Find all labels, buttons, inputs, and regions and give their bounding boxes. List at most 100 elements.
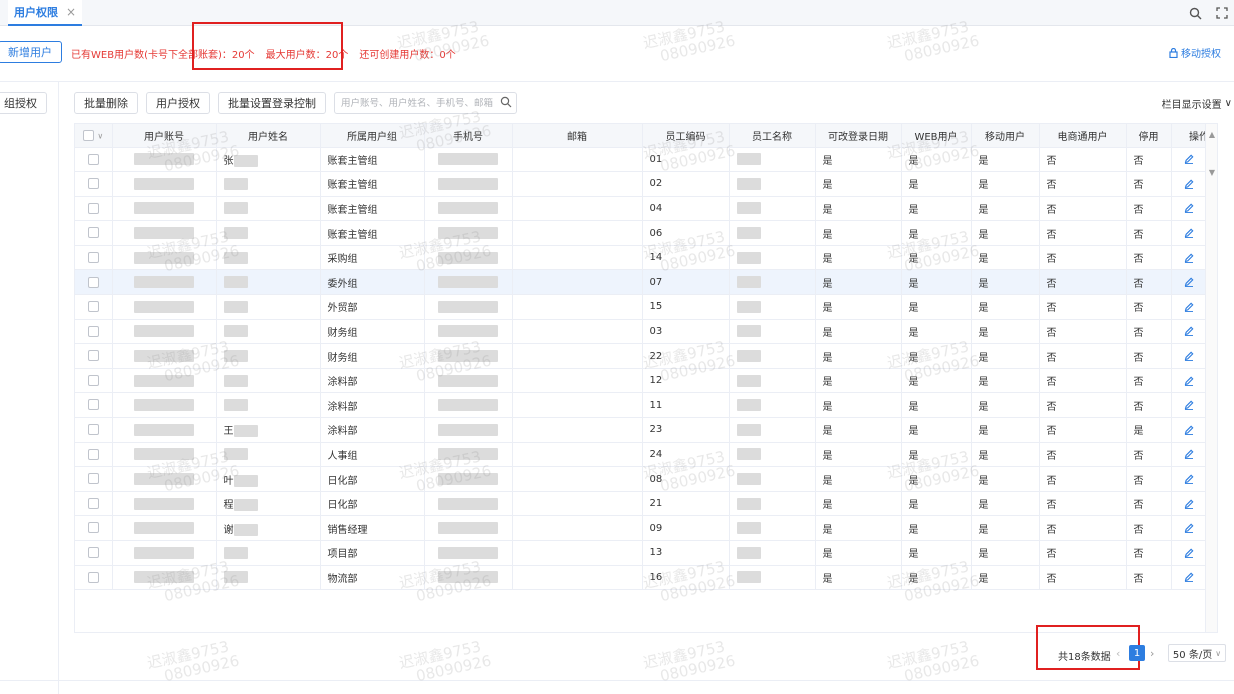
- new-user-button[interactable]: 新增用户: [0, 41, 62, 63]
- edit-icon[interactable]: [1184, 302, 1194, 312]
- user-auth-button[interactable]: 用户授权: [146, 92, 210, 114]
- table-row[interactable]: 财务组 03 是是是否否: [75, 319, 1217, 345]
- row-checkbox[interactable]: [87, 448, 99, 460]
- search-icon[interactable]: [1187, 5, 1203, 21]
- row-select-cell[interactable]: [75, 442, 113, 468]
- search-icon[interactable]: [500, 96, 512, 111]
- col-header[interactable]: 员工编码: [642, 124, 730, 148]
- mobile-auth-link[interactable]: 移动授权: [1169, 45, 1221, 60]
- table-row[interactable]: 叶日化部 08 是是是否否: [75, 466, 1217, 492]
- column-settings[interactable]: 栏目显示设置 ∨: [1162, 96, 1232, 111]
- row-select-cell[interactable]: [75, 147, 113, 173]
- row-select-cell[interactable]: [75, 466, 113, 492]
- table-row[interactable]: 涂料部 12 是是是否否: [75, 368, 1217, 394]
- group-auth-button[interactable]: 组授权: [0, 92, 47, 114]
- col-header[interactable]: 可改登录日期: [815, 124, 902, 148]
- table-row[interactable]: 采购组 14 是是是否否: [75, 245, 1217, 271]
- tab-user-permissions[interactable]: 用户权限 ×: [8, 0, 83, 26]
- batch-delete-button[interactable]: 批量删除: [74, 92, 138, 114]
- row-checkbox[interactable]: [87, 497, 99, 509]
- row-select-cell[interactable]: [75, 294, 113, 320]
- row-checkbox[interactable]: [87, 227, 99, 239]
- col-header[interactable]: 用户姓名: [216, 124, 321, 148]
- table-row[interactable]: 账套主管组 02 是是是否否: [75, 171, 1217, 197]
- row-checkbox[interactable]: [87, 251, 99, 263]
- row-select-cell[interactable]: [75, 540, 113, 566]
- table-row[interactable]: 外贸部 15 是是是否否: [75, 294, 1217, 320]
- row-select-cell[interactable]: [75, 196, 113, 222]
- select-all-checkbox[interactable]: [83, 129, 95, 141]
- scrollbar[interactable]: [1205, 124, 1217, 632]
- edit-icon[interactable]: [1184, 179, 1194, 189]
- row-select-cell[interactable]: [75, 392, 113, 419]
- row-checkbox[interactable]: [87, 202, 99, 214]
- table-row[interactable]: 张账套主管组 01 是是是否否: [75, 147, 1217, 173]
- edit-icon[interactable]: [1184, 376, 1194, 386]
- row-checkbox[interactable]: [87, 399, 99, 411]
- row-select-cell[interactable]: [75, 515, 113, 541]
- close-icon[interactable]: ×: [66, 5, 76, 19]
- edit-icon[interactable]: [1184, 203, 1194, 214]
- table-row[interactable]: 账套主管组 04 是是是否否: [75, 196, 1217, 222]
- row-checkbox[interactable]: [87, 473, 99, 485]
- table-row[interactable]: 谢销售经理 09 是是是否否: [75, 515, 1217, 541]
- row-select-cell[interactable]: [75, 220, 113, 246]
- col-header[interactable]: 所属用户组: [320, 124, 425, 148]
- row-select-cell[interactable]: [75, 343, 113, 369]
- next-page-icon[interactable]: ›: [1150, 647, 1154, 660]
- row-checkbox[interactable]: [87, 350, 99, 362]
- col-header[interactable]: 电商通用户: [1039, 124, 1127, 148]
- page-number[interactable]: 1: [1129, 645, 1145, 661]
- col-header[interactable]: WEB用户: [901, 124, 972, 148]
- row-checkbox[interactable]: [87, 522, 99, 534]
- prev-page-icon[interactable]: ‹: [1116, 647, 1120, 660]
- page-size-select[interactable]: 50 条/页 ∨: [1168, 644, 1226, 662]
- fullscreen-icon[interactable]: [1214, 5, 1230, 21]
- table-row[interactable]: 财务组 22 是是是否否: [75, 343, 1217, 369]
- table-row[interactable]: 物流部 16 是是是否否: [75, 565, 1217, 591]
- row-select-cell[interactable]: [75, 269, 113, 296]
- table-row[interactable]: 王涂料部 23 是是是否是: [75, 417, 1217, 443]
- edit-icon[interactable]: [1184, 425, 1194, 435]
- edit-icon[interactable]: [1184, 326, 1194, 337]
- col-header[interactable]: 用户账号: [112, 124, 217, 148]
- edit-icon[interactable]: [1184, 351, 1194, 362]
- scroll-down-icon[interactable]: ▼: [1209, 168, 1215, 177]
- col-header[interactable]: 邮箱: [512, 124, 643, 148]
- search-input[interactable]: [341, 97, 496, 109]
- row-select-cell[interactable]: [75, 565, 113, 591]
- row-checkbox[interactable]: [87, 374, 99, 386]
- row-select-cell[interactable]: [75, 319, 113, 345]
- row-checkbox[interactable]: [87, 571, 99, 583]
- edit-icon[interactable]: [1184, 277, 1194, 288]
- row-select-cell[interactable]: [75, 171, 113, 197]
- row-select-cell[interactable]: [75, 368, 113, 394]
- edit-icon[interactable]: [1184, 523, 1194, 534]
- col-header[interactable]: 手机号: [424, 124, 513, 148]
- edit-icon[interactable]: [1184, 253, 1194, 263]
- row-select-cell[interactable]: [75, 245, 113, 271]
- select-all-header[interactable]: ∨: [75, 124, 113, 148]
- table-row[interactable]: 账套主管组 06 是是是否否: [75, 220, 1217, 246]
- row-checkbox[interactable]: [87, 276, 99, 288]
- row-select-cell[interactable]: [75, 417, 113, 443]
- col-header[interactable]: 员工名称: [729, 124, 816, 148]
- table-row[interactable]: 项目部 13 是是是否否: [75, 540, 1217, 566]
- row-checkbox[interactable]: [87, 301, 99, 313]
- row-checkbox[interactable]: [87, 178, 99, 190]
- table-row[interactable]: 委外组 07 是是是否否: [75, 269, 1217, 296]
- edit-icon[interactable]: [1184, 548, 1194, 558]
- table-row[interactable]: 涂料部 11 是是是否否: [75, 392, 1217, 419]
- edit-icon[interactable]: [1184, 474, 1194, 485]
- row-checkbox[interactable]: [87, 547, 99, 559]
- row-checkbox[interactable]: [87, 424, 99, 436]
- col-header[interactable]: 停用: [1126, 124, 1172, 148]
- edit-icon[interactable]: [1184, 572, 1194, 583]
- row-checkbox[interactable]: [87, 153, 99, 165]
- batch-login-control-button[interactable]: 批量设置登录控制: [218, 92, 326, 114]
- table-row[interactable]: 人事组 24 是是是否否: [75, 442, 1217, 468]
- row-checkbox[interactable]: [87, 325, 99, 337]
- table-row[interactable]: 程日化部 21 是是是否否: [75, 491, 1217, 517]
- edit-icon[interactable]: [1184, 400, 1194, 411]
- col-header[interactable]: 移动用户: [971, 124, 1040, 148]
